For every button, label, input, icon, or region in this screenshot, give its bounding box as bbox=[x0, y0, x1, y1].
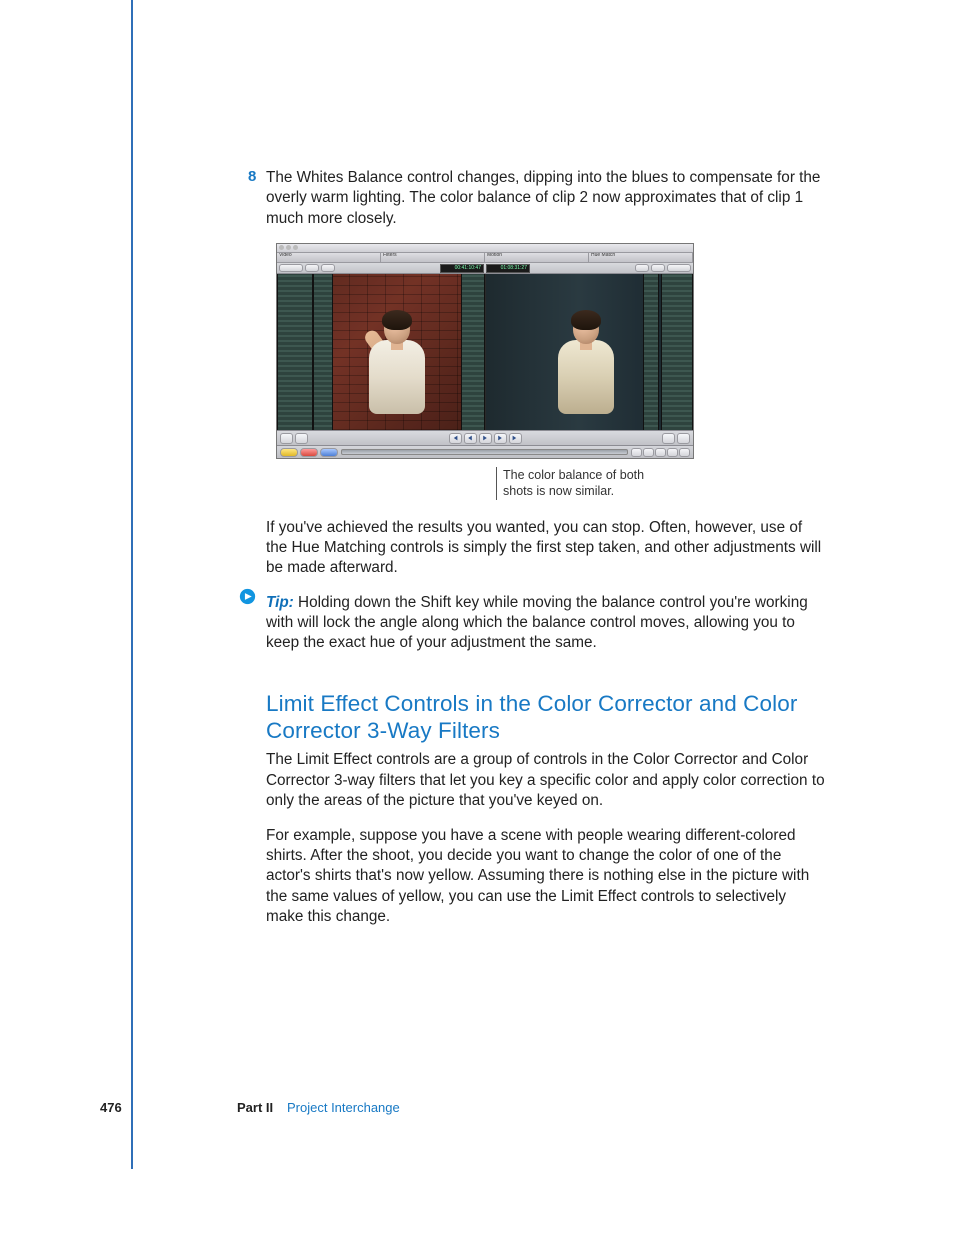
section-heading: Limit Effect Controls in the Color Corre… bbox=[266, 690, 826, 745]
jog-c-button[interactable] bbox=[679, 448, 690, 457]
go-end-button[interactable] bbox=[509, 433, 522, 444]
figure-screenshot: Video Filters Motion Hue Match 00:41:10:… bbox=[276, 243, 692, 500]
tip-text: Holding down the Shift key while moving … bbox=[266, 594, 808, 652]
tab-motion[interactable]: Motion bbox=[485, 253, 589, 263]
step-number: 8 bbox=[248, 168, 256, 185]
viewer-toolbar: 00:41:10:47 01:08:31:27 bbox=[277, 263, 693, 274]
match-hue-blacks-button[interactable] bbox=[320, 448, 338, 457]
toolbar-button-a[interactable] bbox=[635, 264, 649, 272]
tab-filters[interactable]: Filters bbox=[381, 253, 485, 263]
margin-rule bbox=[131, 0, 133, 1169]
play-around-button[interactable] bbox=[677, 433, 690, 444]
toolbar-button-b[interactable] bbox=[651, 264, 665, 272]
step-text: The Whites Balance control changes, dipp… bbox=[266, 168, 826, 229]
content-column: The Whites Balance control changes, dipp… bbox=[266, 168, 826, 941]
transport-bar bbox=[277, 430, 693, 445]
tip-paragraph: Tip: Holding down the Shift key while mo… bbox=[266, 593, 826, 654]
jog-b-button[interactable] bbox=[667, 448, 678, 457]
video-panes bbox=[277, 274, 693, 430]
clip-1-pane bbox=[277, 274, 486, 430]
figure-callout: The color balance of both shots is now s… bbox=[496, 467, 673, 500]
section-paragraph-2: For example, suppose you have a scene wi… bbox=[266, 826, 826, 928]
section-paragraph-1: The Limit Effect controls are a group of… bbox=[266, 750, 826, 811]
go-start-button[interactable] bbox=[449, 433, 462, 444]
jog-right-button[interactable] bbox=[643, 448, 654, 457]
viewer-tabs: Video Filters Motion Hue Match bbox=[277, 253, 693, 263]
match-hue-mids-button[interactable] bbox=[300, 448, 318, 457]
toolbar-button-c[interactable] bbox=[667, 264, 691, 272]
page-number: 476 bbox=[100, 1100, 122, 1115]
jog-left-button[interactable] bbox=[631, 448, 642, 457]
jog-a-button[interactable] bbox=[655, 448, 666, 457]
tab-hue-match[interactable]: Hue Match bbox=[589, 253, 693, 263]
part-name: Project Interchange bbox=[287, 1100, 400, 1115]
view-popup[interactable] bbox=[321, 264, 335, 272]
tip-icon bbox=[239, 588, 256, 605]
step-back-button[interactable] bbox=[464, 433, 477, 444]
timecode-right[interactable]: 01:08:31:27 bbox=[486, 264, 530, 273]
zoom-popup[interactable] bbox=[279, 264, 303, 272]
viewer-window: Video Filters Motion Hue Match 00:41:10:… bbox=[276, 243, 694, 459]
mark-out-button[interactable] bbox=[295, 433, 308, 444]
play-button[interactable] bbox=[479, 433, 492, 444]
layout-popup[interactable] bbox=[305, 264, 319, 272]
timecode-left[interactable]: 00:41:10:47 bbox=[440, 264, 484, 273]
loop-button[interactable] bbox=[662, 433, 675, 444]
shuttle-slider[interactable] bbox=[341, 449, 628, 455]
match-hue-whites-button[interactable] bbox=[280, 448, 298, 457]
mark-in-button[interactable] bbox=[280, 433, 293, 444]
scrub-bar bbox=[277, 445, 693, 458]
clip-2-pane bbox=[486, 274, 694, 430]
window-traffic-lights bbox=[279, 245, 298, 251]
step-fwd-button[interactable] bbox=[494, 433, 507, 444]
window-titlebar bbox=[277, 244, 693, 253]
tab-video[interactable]: Video bbox=[277, 253, 381, 263]
paragraph-after-figure: If you've achieved the results you wante… bbox=[266, 518, 826, 579]
tip-label: Tip: bbox=[266, 594, 294, 611]
part-label: Part II bbox=[237, 1100, 273, 1115]
